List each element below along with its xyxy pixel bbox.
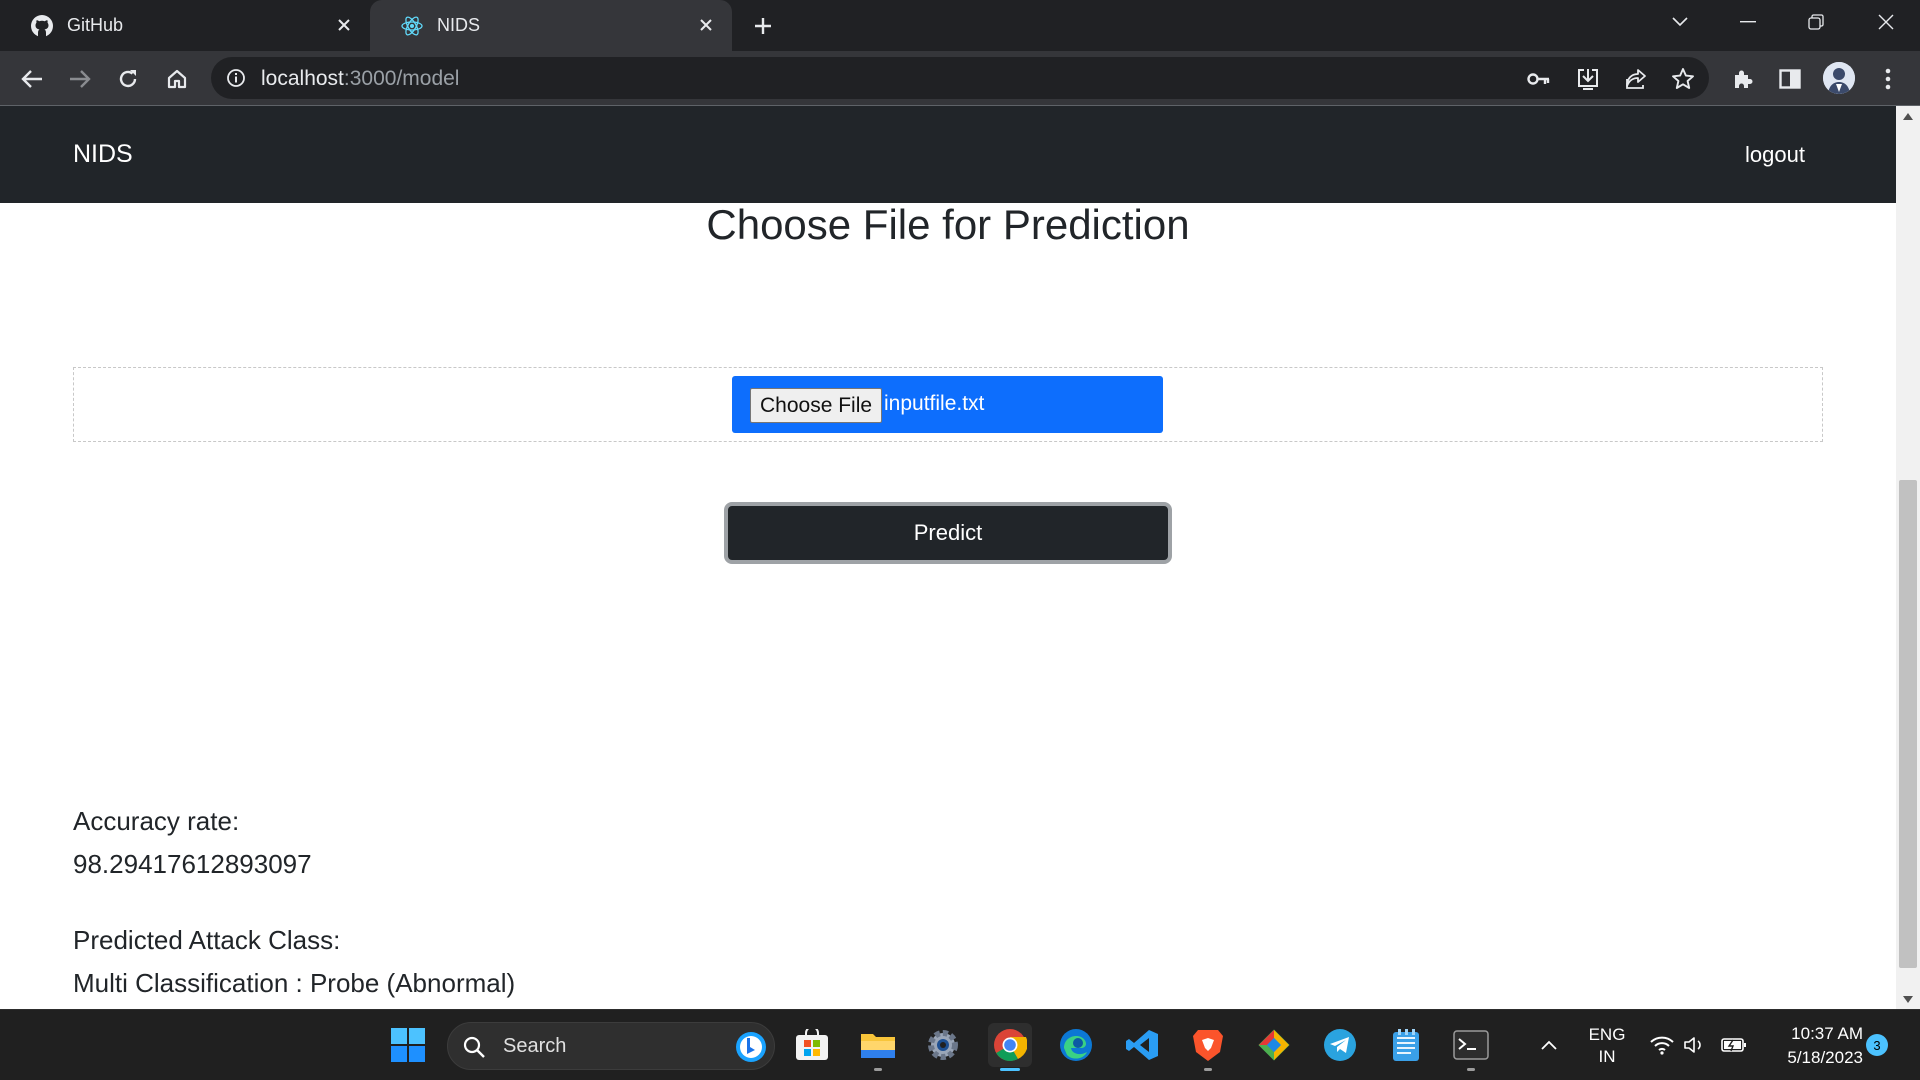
profile-avatar[interactable] <box>1823 62 1855 94</box>
navbar-brand[interactable]: NIDS <box>73 140 133 169</box>
brave-icon[interactable] <box>1186 1023 1230 1071</box>
react-icon <box>399 13 425 39</box>
tab-search-chevron-icon[interactable] <box>1652 0 1708 44</box>
page-scrollbar[interactable] <box>1896 106 1920 1009</box>
close-window-icon[interactable] <box>1858 0 1914 44</box>
reload-icon[interactable] <box>112 63 144 95</box>
logout-link[interactable]: logout <box>1745 142 1805 168</box>
scroll-up-arrow-icon[interactable] <box>1896 106 1920 126</box>
predict-button[interactable]: Predict <box>724 502 1172 564</box>
accuracy-label: Accuracy rate: <box>73 806 240 836</box>
page-viewport: NIDS logout Choose File for Prediction C… <box>0 106 1896 1009</box>
github-icon <box>29 13 55 39</box>
url-text[interactable]: localhost:3000/model <box>261 67 459 91</box>
region-code: IN <box>1598 1047 1616 1066</box>
search-icon <box>463 1036 485 1058</box>
site-info-icon[interactable] <box>224 66 248 90</box>
scrollbar-thumb[interactable] <box>1899 480 1917 968</box>
address-bar[interactable]: localhost:3000/model <box>211 57 1709 99</box>
attack-class-value: Multi Classification : Probe (Abnormal) <box>73 968 516 998</box>
language-code: ENG <box>1588 1025 1626 1044</box>
windows-taskbar: Search ENG IN 10:37 AM 5/18/2023 <box>0 1009 1920 1080</box>
restore-icon[interactable] <box>1788 0 1844 44</box>
chrome-icon[interactable] <box>988 1023 1032 1071</box>
tab-github[interactable]: GitHub <box>0 0 370 51</box>
running-indicator <box>1467 1068 1475 1071</box>
install-app-icon[interactable] <box>1575 66 1601 92</box>
volume-icon[interactable] <box>1673 1023 1717 1067</box>
tab-title: GitHub <box>67 15 124 35</box>
settings-gear-icon[interactable] <box>921 1023 965 1067</box>
bing-icon[interactable] <box>734 1030 768 1064</box>
choose-file-button[interactable]: Choose File <box>750 388 883 423</box>
windows-start-icon[interactable] <box>386 1023 430 1067</box>
notification-badge[interactable]: 3 <box>1866 1034 1888 1056</box>
chevron-up-icon[interactable] <box>1527 1023 1571 1067</box>
new-tab-plus-icon[interactable] <box>748 11 778 41</box>
search-placeholder: Search <box>503 1035 567 1057</box>
tab-nids[interactable]: NIDS <box>370 0 732 51</box>
file-input[interactable]: Choose File inputfile.txt <box>732 376 1163 433</box>
home-icon[interactable] <box>161 63 193 95</box>
minimize-icon[interactable] <box>1720 0 1776 44</box>
notepad-icon[interactable] <box>1384 1023 1428 1067</box>
browser-toolbar: localhost:3000/model <box>0 51 1920 105</box>
url-path: :3000/model <box>343 67 460 90</box>
file-explorer-icon[interactable] <box>856 1023 900 1071</box>
browser-tabstrip: GitHub NIDS <box>0 0 1920 51</box>
kebab-menu-icon[interactable] <box>1872 63 1904 95</box>
microsoft-store-icon[interactable] <box>790 1023 834 1067</box>
language-indicator[interactable]: ENG IN <box>1582 1024 1632 1068</box>
running-indicator <box>1000 1068 1020 1071</box>
git-gui-icon[interactable] <box>1252 1023 1296 1067</box>
app-navbar: NIDS logout <box>0 106 1896 203</box>
telegram-icon[interactable] <box>1318 1023 1362 1067</box>
close-icon[interactable] <box>694 13 718 37</box>
scroll-down-arrow-icon[interactable] <box>1896 989 1920 1009</box>
running-indicator <box>874 1068 882 1071</box>
close-icon[interactable] <box>332 13 356 37</box>
clock[interactable]: 10:37 AM 5/18/2023 <box>1763 1022 1863 1070</box>
running-indicator <box>1204 1068 1212 1071</box>
side-panel-icon[interactable] <box>1774 63 1806 95</box>
taskbar-search[interactable]: Search <box>447 1022 775 1070</box>
share-icon[interactable] <box>1623 66 1649 92</box>
attack-class-label: Predicted Attack Class: <box>73 925 341 955</box>
url-host: localhost <box>261 67 344 90</box>
battery-icon[interactable] <box>1712 1023 1756 1067</box>
forward-arrow-icon[interactable] <box>64 63 96 95</box>
key-icon[interactable] <box>1526 66 1552 92</box>
clock-date: 5/18/2023 <box>1787 1048 1863 1067</box>
page-title: Choose File for Prediction <box>706 201 1190 248</box>
selected-file-name: inputfile.txt <box>884 392 985 415</box>
clock-time: 10:37 AM <box>1791 1024 1863 1043</box>
edge-icon[interactable] <box>1054 1023 1098 1067</box>
vscode-icon[interactable] <box>1120 1023 1164 1067</box>
accuracy-value: 98.29417612893097 <box>73 849 312 879</box>
terminal-icon[interactable] <box>1449 1023 1493 1071</box>
back-arrow-icon[interactable] <box>16 63 48 95</box>
tab-title: NIDS <box>437 15 481 35</box>
extensions-puzzle-icon[interactable] <box>1727 63 1759 95</box>
bookmark-star-icon[interactable] <box>1670 66 1696 92</box>
